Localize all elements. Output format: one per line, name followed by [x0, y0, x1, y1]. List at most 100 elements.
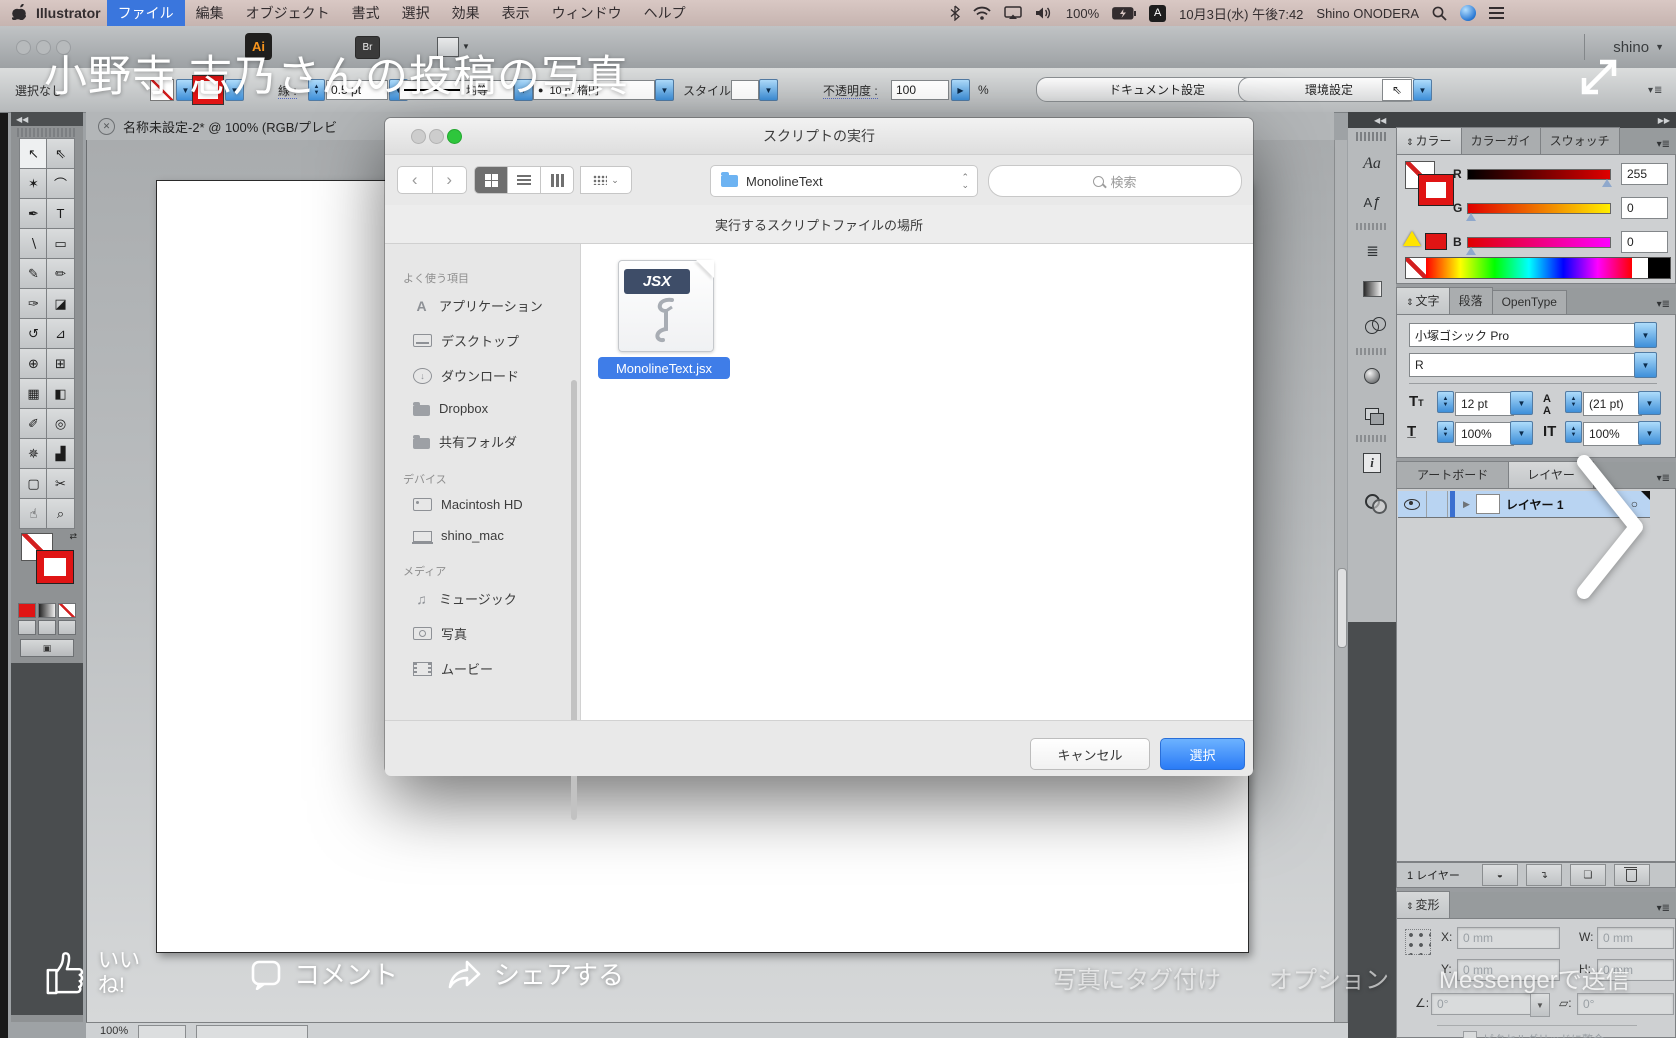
pixel-grid-checkbox[interactable] — [1463, 1031, 1477, 1038]
menu-ヘルプ[interactable]: ヘルプ — [633, 0, 697, 26]
font-family-field[interactable]: 小塚ゴシック Pro — [1409, 323, 1636, 347]
sidebar-item-shino_mac[interactable]: shino_mac — [385, 520, 580, 551]
w-field[interactable]: 0 mm — [1597, 927, 1674, 949]
channel-value[interactable]: 0 — [1621, 231, 1668, 253]
zoom-level[interactable]: 100% — [100, 1025, 128, 1037]
layer-thumbnail[interactable] — [1475, 494, 1500, 514]
input-source-icon[interactable]: A — [1149, 4, 1167, 22]
layer-visibility-toggle[interactable] — [1398, 491, 1427, 517]
eyedropper-tool[interactable]: ✐ — [19, 408, 48, 439]
h-scale-stepper[interactable]: ▲ ▼ — [1437, 421, 1454, 443]
artboard-tool[interactable]: ▢ — [19, 468, 48, 499]
dialog-close-button[interactable] — [411, 129, 426, 144]
lasso-tool[interactable]: ⌒ — [46, 168, 75, 199]
sidebar-item-Dropbox[interactable]: Dropbox — [385, 393, 580, 424]
menubar-user[interactable]: Shino ONODERA — [1316, 6, 1419, 21]
h-scale-field[interactable]: 100% — [1455, 422, 1514, 446]
channel-slider[interactable] — [1466, 236, 1611, 255]
notification-center-icon[interactable] — [1489, 4, 1504, 22]
spectrum-hue-bar[interactable] — [1426, 258, 1632, 278]
sidebar-item-ムービー[interactable]: ムービー — [385, 651, 580, 686]
dialog-title-bar[interactable]: スクリプトの実行 — [385, 118, 1253, 155]
sidebar-item-デスクトップ[interactable]: デスクトップ — [385, 323, 580, 358]
magic-wand-tool[interactable]: ✶ — [19, 168, 48, 199]
tools-panel-collapse-icon[interactable]: ◀◀ — [11, 112, 83, 126]
tab-color[interactable]: ⇕ カラー — [1396, 127, 1462, 154]
file-list-area[interactable]: JSX MonolineText.jsx — [581, 244, 1253, 720]
airplay-display-icon[interactable] — [1004, 6, 1022, 20]
layer-expand-icon[interactable]: ▶ — [1463, 499, 1470, 510]
transform-panel-menu-icon[interactable]: ▾≣ — [1651, 903, 1676, 918]
bluetooth-icon[interactable] — [950, 5, 960, 21]
symbol-sprayer-tool[interactable]: ✵ — [19, 438, 48, 469]
perspective-grid-tool[interactable]: ⊞ — [46, 348, 75, 379]
sidebar-item-共有フォルダ[interactable]: 共有フォルダ — [385, 424, 580, 459]
fill-stroke-indicator[interactable]: ⇄ — [11, 529, 83, 601]
status-dropdown[interactable] — [138, 1025, 187, 1038]
rectangle-tool[interactable]: ▭ — [46, 228, 75, 259]
channel-slider[interactable] — [1466, 202, 1611, 221]
next-photo-chevron[interactable] — [1570, 452, 1650, 602]
menu-書式[interactable]: 書式 — [341, 0, 391, 26]
shear-field[interactable]: 0° — [1577, 993, 1674, 1015]
info-panel-icon[interactable]: i — [1348, 444, 1396, 482]
links-panel-icon[interactable] — [1348, 482, 1396, 520]
options-button[interactable]: オプション — [1269, 960, 1389, 995]
document-close-icon[interactable]: ✕ — [98, 117, 115, 135]
gradient-panel-icon[interactable] — [1348, 270, 1396, 308]
control-panel-menu-icon[interactable]: ▾≣ — [1648, 68, 1663, 112]
menu-オブジェクト[interactable]: オブジェクト — [235, 0, 341, 26]
draw-normal-button[interactable] — [18, 620, 36, 635]
character-styles-panel-icon[interactable]: Aa — [1348, 145, 1396, 183]
active-app-name[interactable]: Illustrator — [36, 5, 101, 21]
menu-ファイル[interactable]: ファイル — [106, 0, 185, 26]
new-sublayer-button[interactable]: ↴ — [1525, 864, 1562, 886]
spectrum-none-chip[interactable] — [1406, 258, 1426, 278]
color-button[interactable] — [18, 603, 36, 618]
stroke-panel-icon[interactable]: ≣ — [1348, 232, 1396, 270]
opacity-label[interactable]: 不透明度 : — [823, 82, 878, 99]
gradient-tool[interactable]: ◧ — [46, 378, 75, 409]
font-size-stepper[interactable]: ▲ ▼ — [1437, 391, 1454, 413]
menu-編集[interactable]: 編集 — [185, 0, 235, 26]
document-scrollbar[interactable] — [1334, 140, 1347, 1022]
sidebar-item-ダウンロード[interactable]: ↓ ダウンロード — [385, 358, 580, 393]
v-scale-dropdown-icon[interactable]: ▼ — [1638, 421, 1661, 445]
shape-builder-tool[interactable]: ⊕ — [19, 348, 48, 379]
spotlight-search-icon[interactable] — [1432, 6, 1447, 21]
hand-tool[interactable]: ☝ — [19, 498, 48, 529]
font-size-field[interactable]: 12 pt — [1455, 392, 1514, 416]
gradient-button[interactable] — [38, 603, 56, 618]
clipping-mask-button[interactable]: ◒ — [1481, 864, 1518, 886]
menu-選択[interactable]: 選択 — [391, 0, 441, 26]
gamut-warning-icon[interactable] — [1403, 231, 1421, 246]
slider-marker-icon[interactable] — [1466, 246, 1476, 255]
appearance-panel-icon[interactable] — [1348, 357, 1396, 395]
scrollbar-thumb[interactable] — [1337, 568, 1347, 648]
leading-stepper[interactable]: ▲ ▼ — [1565, 391, 1582, 413]
expand-panels-icon[interactable]: ▶▶ — [1658, 116, 1670, 125]
globe-menu-icon[interactable] — [1460, 5, 1476, 21]
slider-marker-icon[interactable] — [1466, 212, 1476, 221]
tab-character[interactable]: ⇕ 文字 — [1396, 287, 1450, 314]
back-button[interactable]: ‹ — [397, 166, 433, 194]
dialog-zoom-button[interactable] — [447, 129, 462, 144]
font-style-dropdown-icon[interactable]: ▼ — [1634, 352, 1657, 378]
fullscreen-icon[interactable] — [1576, 54, 1622, 100]
selection-tool[interactable]: ↖ — [19, 138, 48, 169]
h-scale-dropdown-icon[interactable]: ▼ — [1510, 421, 1533, 445]
opacity-dropdown-icon[interactable]: ▶ — [951, 68, 970, 112]
screen-mode-button[interactable]: ▣ — [20, 639, 74, 657]
blob-brush-tool[interactable]: ✑ — [19, 288, 48, 319]
slice-tool[interactable]: ✂ — [46, 468, 75, 499]
draw-behind-button[interactable] — [38, 620, 56, 635]
color-stroke-chip[interactable] — [1418, 174, 1454, 206]
wifi-icon[interactable] — [973, 6, 991, 20]
stroke-color-chip[interactable] — [36, 550, 74, 584]
volume-icon[interactable] — [1035, 6, 1053, 20]
style-dropdown[interactable]: ▼ — [731, 68, 778, 112]
transparency-panel-icon[interactable] — [1348, 308, 1396, 346]
document-tab-title[interactable]: 名称未設定-2* @ 100% (RGB/プレビ — [123, 117, 337, 136]
blend-tool[interactable]: ◎ — [46, 408, 75, 439]
comment-button[interactable]: コメント — [250, 955, 398, 992]
